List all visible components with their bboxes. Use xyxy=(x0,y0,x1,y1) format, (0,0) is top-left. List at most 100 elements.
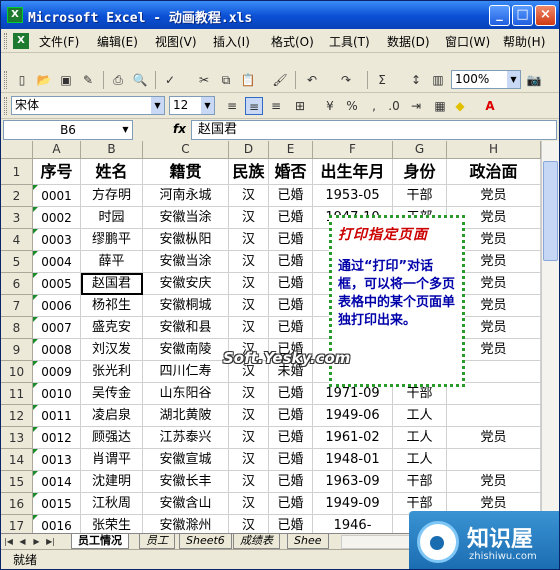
undo-icon[interactable]: ↶ xyxy=(303,71,321,89)
row-header[interactable]: 7 xyxy=(1,295,33,317)
table-cell[interactable]: 已婚 xyxy=(269,405,313,427)
menu-insert[interactable]: 插入(I) xyxy=(213,33,250,50)
table-cell[interactable]: 1953-05 xyxy=(313,185,393,207)
table-cell[interactable]: 0010 xyxy=(33,383,81,405)
row-header[interactable]: 15 xyxy=(1,471,33,493)
table-cell[interactable]: 安徽滁州 xyxy=(143,515,229,533)
table-cell[interactable]: 汉 xyxy=(229,383,269,405)
header-cell[interactable]: 婚否 xyxy=(269,159,313,185)
table-cell[interactable]: 汉 xyxy=(229,471,269,493)
table-cell[interactable] xyxy=(447,449,541,471)
new-icon[interactable]: ▯ xyxy=(13,71,31,89)
table-cell[interactable]: 已婚 xyxy=(269,317,313,339)
row-header[interactable]: 1 xyxy=(1,159,33,185)
table-cell[interactable]: 汉 xyxy=(229,427,269,449)
scroll-thumb[interactable] xyxy=(543,161,558,261)
table-cell[interactable]: 顾强达 xyxy=(81,427,143,449)
row-header[interactable]: 2 xyxy=(1,185,33,207)
currency-icon[interactable]: ¥ xyxy=(321,97,339,115)
table-cell[interactable]: 0009 xyxy=(33,361,81,383)
next-sheet-icon[interactable]: ▶ xyxy=(31,535,42,548)
row-header[interactable]: 9 xyxy=(1,339,33,361)
table-cell[interactable]: 安徽宣城 xyxy=(143,449,229,471)
table-cell[interactable]: 0016 xyxy=(33,515,81,533)
table-cell[interactable]: 张光利 xyxy=(81,361,143,383)
font-color-icon[interactable]: A xyxy=(481,97,499,115)
menu-grip[interactable] xyxy=(4,33,7,49)
font-size-select[interactable]: 12 ▼ xyxy=(169,96,215,115)
table-cell[interactable]: 已婚 xyxy=(269,449,313,471)
table-cell[interactable]: 沈建明 xyxy=(81,471,143,493)
table-cell[interactable]: 干部 xyxy=(393,185,447,207)
vertical-scrollbar[interactable] xyxy=(541,141,559,533)
table-cell[interactable]: 河南永城 xyxy=(143,185,229,207)
percent-icon[interactable]: % xyxy=(343,97,361,115)
close-button[interactable]: × xyxy=(535,5,556,26)
table-cell[interactable]: 江苏泰兴 xyxy=(143,427,229,449)
copy-icon[interactable]: ⧉ xyxy=(217,71,235,89)
header-cell[interactable]: 民族 xyxy=(229,159,269,185)
chevron-down-icon[interactable]: ▼ xyxy=(201,97,214,114)
table-cell[interactable]: 安徽南陵 xyxy=(143,339,229,361)
table-cell[interactable]: 0002 xyxy=(33,207,81,229)
table-cell[interactable]: 已婚 xyxy=(269,295,313,317)
table-cell[interactable]: 汉 xyxy=(229,273,269,295)
print-preview-icon[interactable]: 🔍 xyxy=(131,71,149,89)
table-cell[interactable]: 1946- xyxy=(313,515,393,533)
table-cell[interactable]: 盛克安 xyxy=(81,317,143,339)
table-cell[interactable]: 1949-06 xyxy=(313,405,393,427)
row-header[interactable]: 11 xyxy=(1,383,33,405)
table-cell[interactable]: 安徽桐城 xyxy=(143,295,229,317)
header-cell[interactable]: 序号 xyxy=(33,159,81,185)
column-header[interactable]: G xyxy=(393,141,447,159)
table-cell[interactable]: 湖北黄陂 xyxy=(143,405,229,427)
sheet-tab-4[interactable]: 成绩表 xyxy=(233,534,280,549)
table-cell[interactable]: 方存明 xyxy=(81,185,143,207)
table-cell[interactable]: 汉 xyxy=(229,185,269,207)
row-header[interactable]: 12 xyxy=(1,405,33,427)
column-header[interactable]: H xyxy=(447,141,541,159)
menu-help[interactable]: 帮助(H) xyxy=(503,33,545,50)
excel-app-icon[interactable]: X xyxy=(7,7,23,23)
zoom-select[interactable]: 100% ▼ xyxy=(451,70,521,89)
chevron-down-icon[interactable]: ▼ xyxy=(151,97,164,114)
open-icon[interactable]: 📂 xyxy=(35,71,53,89)
last-sheet-icon[interactable]: ▶| xyxy=(45,535,56,548)
autosum-icon[interactable]: Σ xyxy=(373,71,391,89)
menu-edit[interactable]: 编辑(E) xyxy=(97,33,138,50)
table-cell[interactable]: 1963-09 xyxy=(313,471,393,493)
row-header[interactable]: 10 xyxy=(1,361,33,383)
toolbar-grip[interactable] xyxy=(4,71,7,89)
table-cell[interactable]: 汉 xyxy=(229,493,269,515)
sheet-tab-5[interactable]: Shee xyxy=(287,534,329,549)
align-left-icon[interactable]: ≡ xyxy=(223,97,241,115)
table-cell[interactable]: 1949-09 xyxy=(313,493,393,515)
column-header[interactable]: B xyxy=(81,141,143,159)
paste-icon[interactable]: 📋 xyxy=(239,71,257,89)
row-header[interactable]: 17 xyxy=(1,515,33,533)
table-cell[interactable]: 0015 xyxy=(33,493,81,515)
table-cell[interactable]: 0007 xyxy=(33,317,81,339)
table-cell[interactable]: 已婚 xyxy=(269,471,313,493)
table-cell[interactable]: 杨祁生 xyxy=(81,295,143,317)
table-cell[interactable]: 干部 xyxy=(393,471,447,493)
table-cell[interactable]: 汉 xyxy=(229,449,269,471)
maximize-button[interactable]: □ xyxy=(512,5,533,26)
row-header[interactable]: 8 xyxy=(1,317,33,339)
table-cell[interactable]: 安徽长丰 xyxy=(143,471,229,493)
table-cell[interactable]: 0011 xyxy=(33,405,81,427)
table-cell[interactable]: 薛平 xyxy=(81,251,143,273)
table-cell[interactable]: 安徽和县 xyxy=(143,317,229,339)
table-cell[interactable]: 安徽含山 xyxy=(143,493,229,515)
table-cell[interactable]: 已婚 xyxy=(269,207,313,229)
column-header[interactable]: D xyxy=(229,141,269,159)
redo-icon[interactable]: ↷ xyxy=(337,71,355,89)
table-cell[interactable]: 0001 xyxy=(33,185,81,207)
merge-center-icon[interactable]: ⊞ xyxy=(291,97,309,115)
cut-icon[interactable]: ✂ xyxy=(195,71,213,89)
comma-icon[interactable]: , xyxy=(365,97,383,115)
table-cell[interactable]: 安徽当涂 xyxy=(143,207,229,229)
table-cell[interactable]: 已婚 xyxy=(269,273,313,295)
font-name-select[interactable]: 宋体 ▼ xyxy=(11,96,165,115)
menu-format[interactable]: 格式(O) xyxy=(271,33,314,50)
